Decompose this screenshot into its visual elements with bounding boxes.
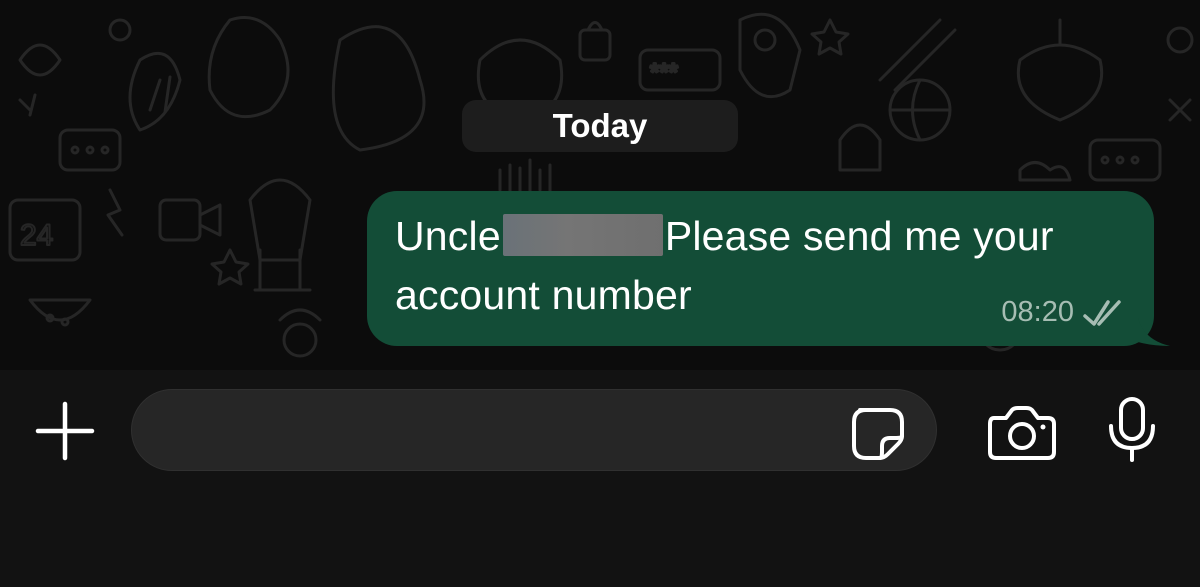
camera-icon (988, 406, 1056, 460)
message-timestamp: 08:20 (1001, 296, 1074, 328)
microphone-button[interactable] (1106, 396, 1158, 464)
chat-area[interactable]: 24 *** Today Uncle Please send me your a… (0, 0, 1200, 370)
sticker-icon (852, 408, 904, 460)
plus-icon (35, 401, 95, 461)
message-text-after-redaction: Please send me your (664, 213, 1054, 259)
bubble-tail (1138, 318, 1170, 346)
message-text-before-redaction: Uncle (395, 213, 501, 259)
svg-text:24: 24 (20, 219, 53, 252)
attach-button[interactable] (34, 400, 96, 462)
microphone-icon (1109, 397, 1155, 462)
message-meta: 08:20 (1001, 296, 1126, 329)
redacted-name-block (502, 214, 663, 256)
date-separator: Today (462, 100, 738, 152)
double-check-icon (1082, 298, 1126, 328)
sticker-button[interactable] (850, 406, 906, 462)
outgoing-message-bubble[interactable]: Uncle Please send me your account number … (367, 191, 1154, 346)
camera-button[interactable] (986, 402, 1058, 462)
svg-text:***: *** (650, 59, 678, 86)
message-text-line2: account number (395, 272, 692, 318)
message-input[interactable] (131, 389, 937, 471)
